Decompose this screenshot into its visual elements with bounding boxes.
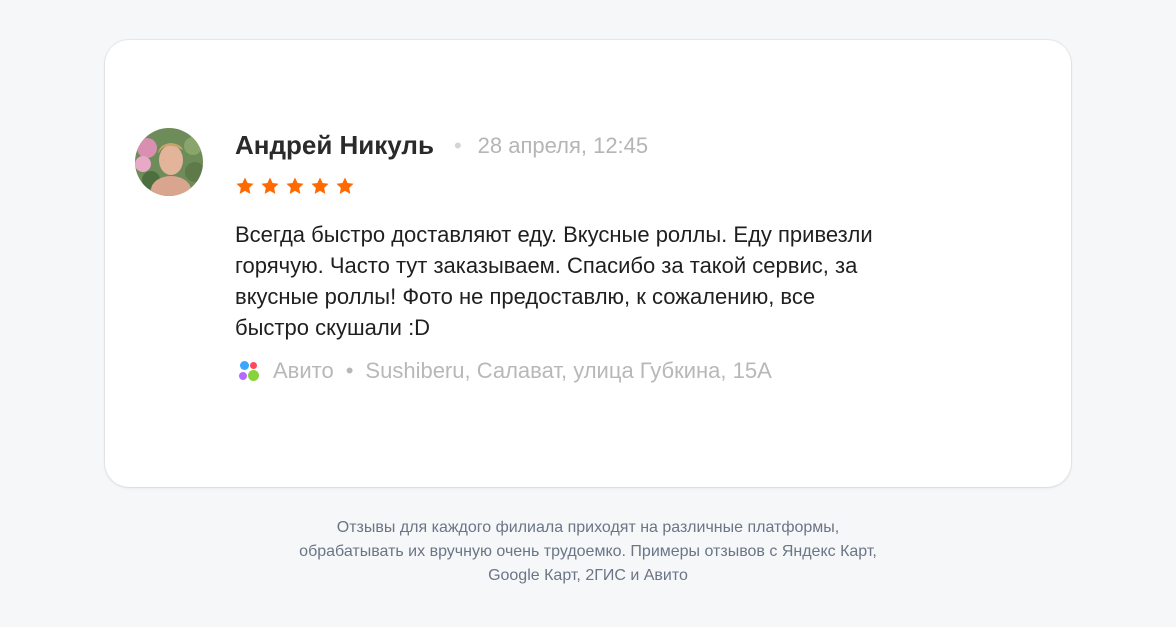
- star-icon: [310, 176, 330, 196]
- star-icon: [235, 176, 255, 196]
- author-name[interactable]: Андрей Никуль: [235, 130, 434, 161]
- star-icon: [285, 176, 305, 196]
- rating-stars: [235, 176, 355, 196]
- branch-location[interactable]: Sushiberu, Салават, улица Губкина, 15А: [365, 358, 771, 384]
- caption-line: Отзывы для каждого филиала приходят на р…: [336, 519, 840, 536]
- review-date: 28 апреля, 12:45: [477, 132, 649, 158]
- meta-separator: •: [345, 358, 354, 383]
- review-header: Андрей Никуль • 28 апреля, 12:45: [235, 130, 648, 161]
- review-source: Авито • Sushiberu, Салават, улица Губкин…: [239, 358, 772, 384]
- avatar-photo: [135, 128, 203, 196]
- separator-dot: •: [453, 132, 462, 158]
- review-text: Всегда быстро доставляют еду. Вкусные ро…: [235, 222, 873, 340]
- caption-line: обрабатывать их вручную очень трудоемко.…: [299, 543, 877, 560]
- star-icon: [335, 176, 355, 196]
- avito-icon: [239, 361, 259, 381]
- caption: Отзывы для каждого филиала приходят на р…: [188, 516, 988, 588]
- caption-line: Google Карт, 2ГИС и Авито: [488, 567, 688, 584]
- avatar[interactable]: [135, 128, 203, 196]
- source-name[interactable]: Авито: [273, 358, 334, 384]
- review-card: Андрей Никуль • 28 апреля, 12:45 Всегда …: [105, 40, 1071, 487]
- star-icon: [260, 176, 280, 196]
